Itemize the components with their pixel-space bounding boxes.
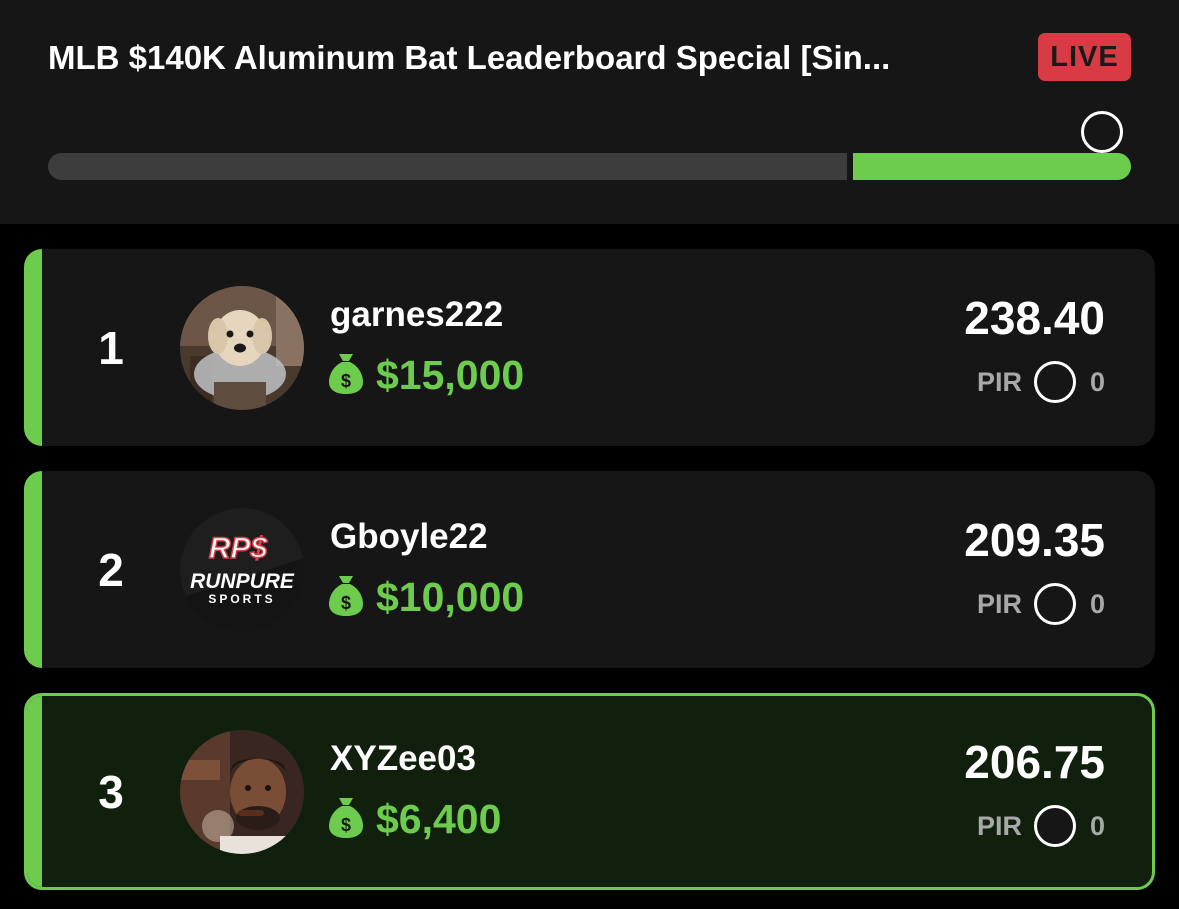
username: XYZee03 — [330, 739, 476, 778]
rps-logo-top: RP$ — [209, 532, 268, 565]
rps-logo-mid: RUNPURE — [190, 570, 295, 593]
live-badge: LIVE — [1038, 33, 1131, 81]
pir-label: PIR — [976, 588, 1022, 619]
money-bag-icon: $ — [328, 573, 364, 622]
username: garnes222 — [330, 295, 504, 334]
contest-title[interactable]: MLB $140K Aluminum Bat Leaderboard Speci… — [48, 36, 1018, 80]
prize: $ $15,000 — [328, 351, 524, 400]
pir-indicator: PIR 0 — [977, 805, 1105, 847]
rank-number: 3 — [98, 765, 124, 818]
leaderboard-row-current-user[interactable]: 3 XYZee03 $ $6,400 206.75 PIR 0 — [24, 693, 1155, 890]
progress-knob[interactable] — [1081, 111, 1123, 153]
prize-amount: $15,000 — [376, 352, 525, 398]
money-bag-icon: $ — [328, 351, 364, 400]
pir-ring-icon — [1033, 805, 1076, 847]
pir-ring-icon — [1033, 361, 1076, 403]
rank-stripe — [27, 696, 42, 887]
score: 238.40 — [964, 292, 1105, 344]
score: 209.35 — [964, 514, 1105, 566]
progress-divider — [847, 153, 853, 180]
rps-logo-bottom: SPORTS — [208, 592, 275, 606]
person-photo-icon[interactable] — [180, 730, 304, 854]
pir-label: PIR — [976, 366, 1022, 397]
pir-label: PIR — [976, 810, 1022, 841]
rank-stripe — [24, 471, 42, 668]
contest-header — [0, 0, 1179, 224]
prize-amount: $6,400 — [376, 796, 502, 842]
svg-text:$: $ — [341, 815, 351, 835]
pir-indicator: PIR 0 — [977, 361, 1105, 403]
leaderboard-row[interactable]: 1 garnes222 $ $15,000 238.40 PIR 0 — [24, 249, 1155, 446]
prize: $ $10,000 — [328, 573, 524, 622]
leaderboard-row[interactable]: 2 RP$ RUNPURE SPORTS Gboyle22 $ $10,000 … — [24, 471, 1155, 668]
prize: $ $6,400 — [328, 795, 501, 844]
rank-stripe — [24, 249, 42, 446]
svg-text:$: $ — [341, 593, 351, 613]
pir-value: 0 — [1089, 366, 1105, 397]
rank-number: 2 — [98, 543, 124, 596]
money-bag-icon: $ — [328, 795, 364, 844]
pir-indicator: PIR 0 — [977, 583, 1105, 625]
pir-value: 0 — [1089, 810, 1105, 841]
pir-value: 0 — [1089, 588, 1105, 619]
progress-fill — [853, 153, 1131, 180]
runpure-sports-logo-icon[interactable]: RP$ RUNPURE SPORTS — [180, 508, 304, 632]
pir-ring-icon — [1033, 583, 1076, 625]
dog-photo-icon[interactable] — [180, 286, 304, 410]
score: 206.75 — [964, 736, 1105, 788]
svg-text:$: $ — [341, 371, 351, 391]
rank-number: 1 — [98, 321, 124, 374]
prize-amount: $10,000 — [376, 574, 525, 620]
username: Gboyle22 — [330, 517, 488, 556]
